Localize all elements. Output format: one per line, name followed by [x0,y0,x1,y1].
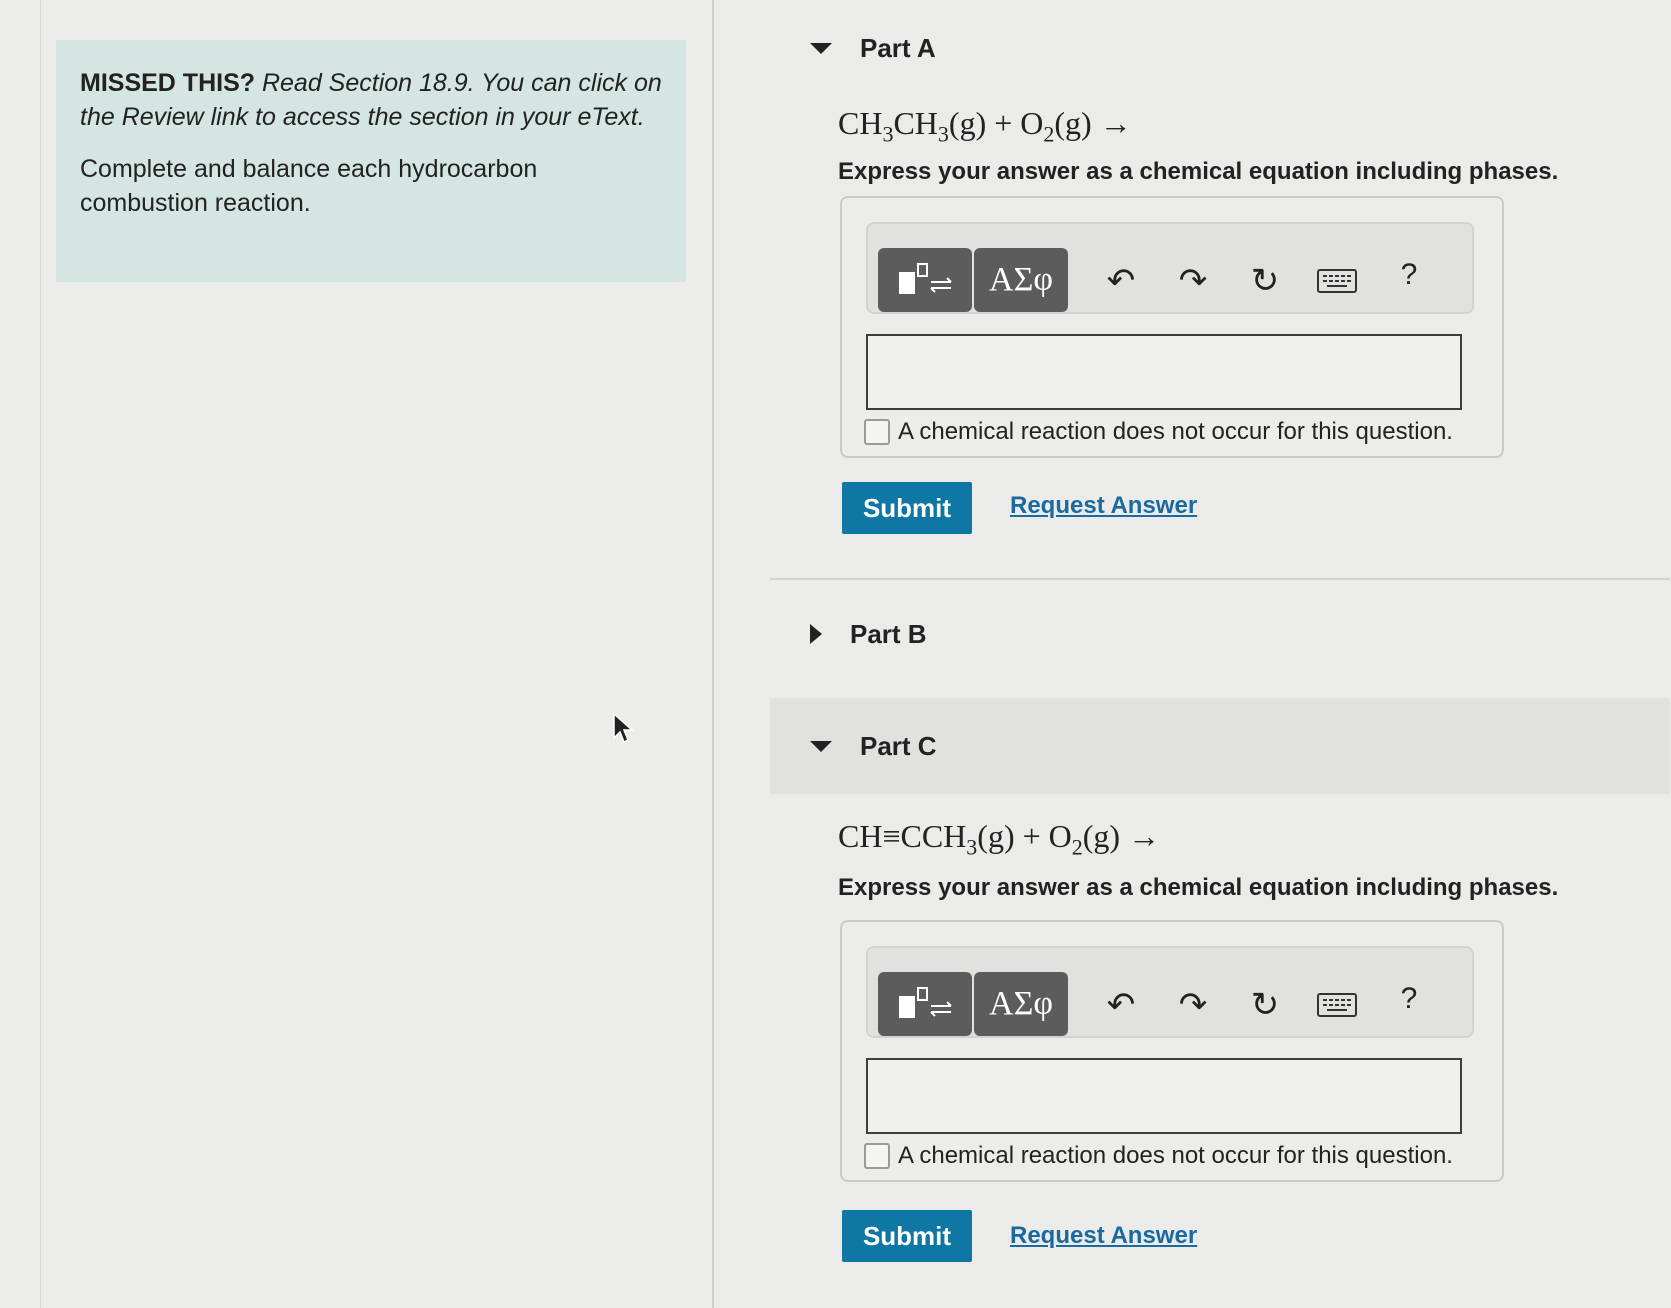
keyboard-icon[interactable] [1312,256,1362,306]
missed-this-text: MISSED THIS? Read Section 18.9. You can … [80,66,662,134]
keyboard-icon[interactable] [1312,980,1362,1030]
equation-toolbar: ΑΣφ ↶ ↷ ↻ ? [866,222,1474,314]
part-c-header[interactable]: Part C [770,698,1670,794]
part-a-equation: CH3CH3(g) + O2(g) → [838,105,1132,147]
no-reaction-checkbox[interactable] [864,419,890,445]
mouse-cursor-icon [613,712,634,744]
part-c-instruction: Express your answer as a chemical equati… [838,874,1559,901]
right-pane: Part A CH3CH3(g) + O2(g) → Express your … [714,0,1671,1308]
part-c-answer-panel: ΑΣφ ↶ ↷ ↻ ? A chemical reaction does not… [840,920,1504,1182]
redo-icon[interactable]: ↷ [1168,256,1218,306]
missed-this-label: MISSED THIS? [80,69,256,97]
templates-icon [899,263,952,294]
templates-button[interactable] [878,248,972,312]
redo-icon[interactable]: ↷ [1168,980,1218,1030]
left-edge-divider [0,0,41,1308]
no-reaction-label: A chemical reaction does not occur for t… [898,418,1453,445]
eq-subscript: 2 [1071,834,1083,860]
reset-icon[interactable]: ↻ [1240,980,1290,1030]
help-icon[interactable]: ? [1384,974,1434,1024]
part-c-submit-button[interactable]: Submit [842,1210,972,1262]
reset-icon[interactable]: ↻ [1240,256,1290,306]
equation-toolbar: ΑΣφ ↶ ↷ ↻ ? [866,946,1474,1038]
part-c-answer-input[interactable] [866,1058,1462,1134]
expand-triangle-icon [810,624,822,644]
eq-term: (g) → [1054,105,1132,141]
eq-subscript: 3 [937,121,949,147]
part-a-header[interactable]: Part A [770,0,1670,96]
templates-button[interactable] [878,972,972,1036]
eq-subscript: 3 [882,121,894,147]
undo-icon[interactable]: ↶ [1096,980,1146,1030]
part-a-title: Part A [860,32,936,63]
part-a-answer-panel: ΑΣφ ↶ ↷ ↻ ? A chemical reaction does not… [840,196,1504,458]
part-a-request-answer-link[interactable]: Request Answer [1010,492,1197,520]
collapse-triangle-icon [810,740,832,752]
eq-term: (g) + O [948,105,1044,141]
left-pane: MISSED THIS? Read Section 18.9. You can … [0,0,714,1308]
part-divider [770,578,1670,580]
eq-term: (g) → [1082,818,1161,854]
part-a-submit-button[interactable]: Submit [842,482,972,534]
eq-subscript: 2 [1043,121,1055,147]
undo-icon[interactable]: ↶ [1096,256,1146,306]
collapse-triangle-icon [810,42,832,54]
part-b-header[interactable]: Part B [770,586,1670,682]
eq-term: (g) + O [977,818,1072,854]
eq-term: CH [838,105,883,141]
part-b-title: Part B [850,618,927,649]
templates-icon [899,987,952,1018]
no-reaction-checkbox[interactable] [864,1143,890,1169]
part-c-no-reaction[interactable]: A chemical reaction does not occur for t… [864,1142,1453,1170]
eq-term: CH≡CCH [838,818,967,854]
eq-term: CH [893,105,938,141]
part-c-title: Part C [860,730,937,761]
greek-letters-button[interactable]: ΑΣφ [974,972,1068,1036]
part-a-no-reaction[interactable]: A chemical reaction does not occur for t… [864,418,1453,446]
part-c-request-answer-link[interactable]: Request Answer [1010,1222,1197,1250]
greek-letters-button[interactable]: ΑΣφ [974,248,1068,312]
part-a-instruction: Express your answer as a chemical equati… [838,158,1559,185]
help-icon[interactable]: ? [1384,250,1434,300]
part-a-answer-input[interactable] [866,334,1462,410]
hint-instruction: Complete and balance each hydrocarbon co… [80,155,538,217]
eq-subscript: 3 [966,834,978,860]
no-reaction-label: A chemical reaction does not occur for t… [898,1142,1453,1169]
hint-box: MISSED THIS? Read Section 18.9. You can … [56,40,686,282]
part-c-equation: CH≡CCH3(g) + O2(g) → [838,818,1160,860]
